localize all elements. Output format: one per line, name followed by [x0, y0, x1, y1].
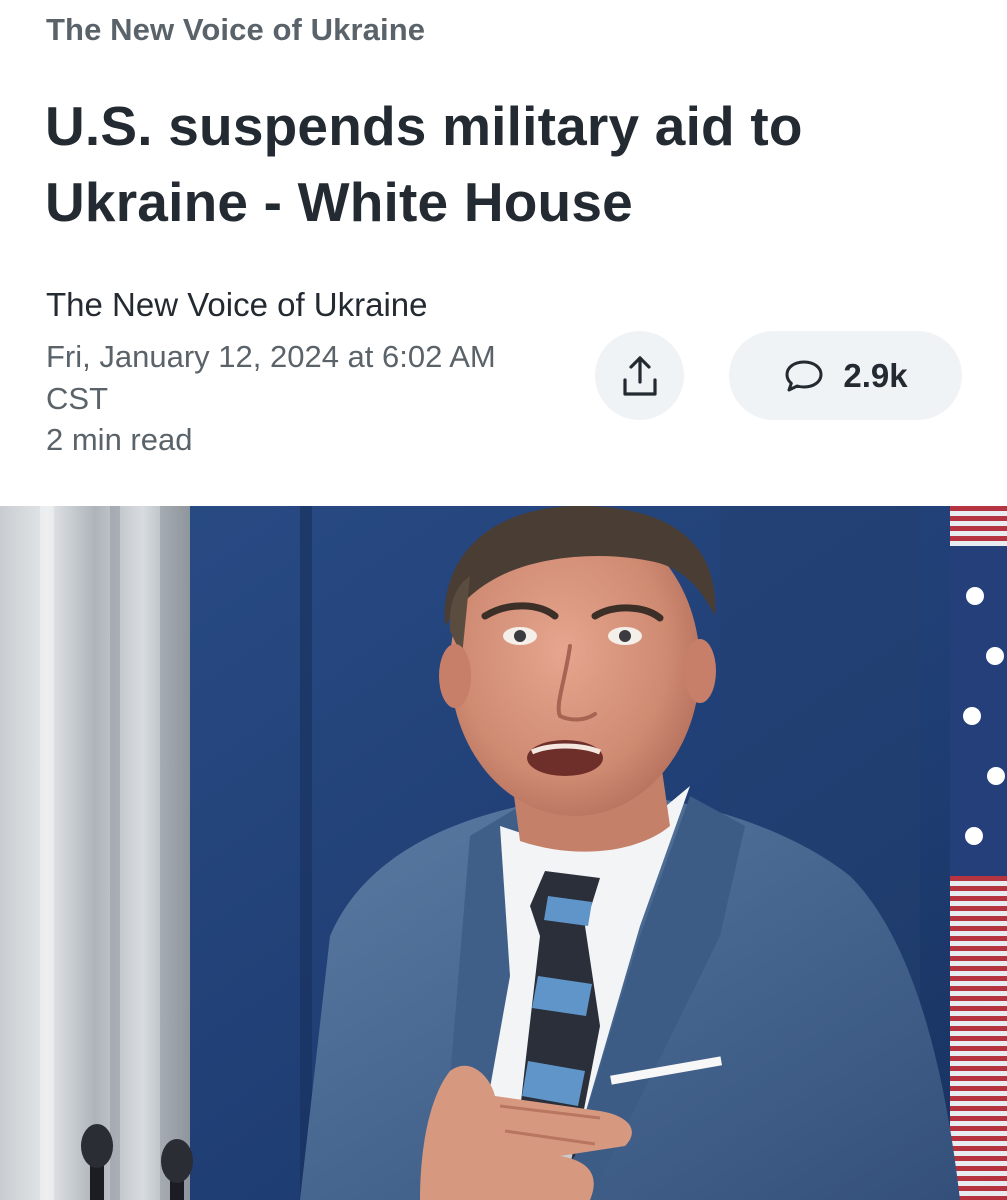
- comment-count: 2.9k: [843, 356, 908, 394]
- share-button[interactable]: [595, 331, 684, 420]
- share-icon: [622, 355, 657, 396]
- article-headline: U.S. suspends military aid to Ukraine - …: [45, 95, 803, 233]
- publish-date: Fri, January 12, 2024 at 6:02 AM CST: [46, 339, 496, 416]
- speech-bubble-icon: [785, 360, 823, 391]
- hero-photo: [0, 506, 1007, 1200]
- hero-image[interactable]: [0, 506, 1007, 1200]
- publisher-name-header[interactable]: The New Voice of Ukraine: [46, 12, 425, 48]
- byline-author[interactable]: The New Voice of Ukraine: [46, 286, 428, 324]
- comments-button[interactable]: 2.9k: [729, 331, 962, 420]
- read-time: 2 min read: [46, 422, 193, 457]
